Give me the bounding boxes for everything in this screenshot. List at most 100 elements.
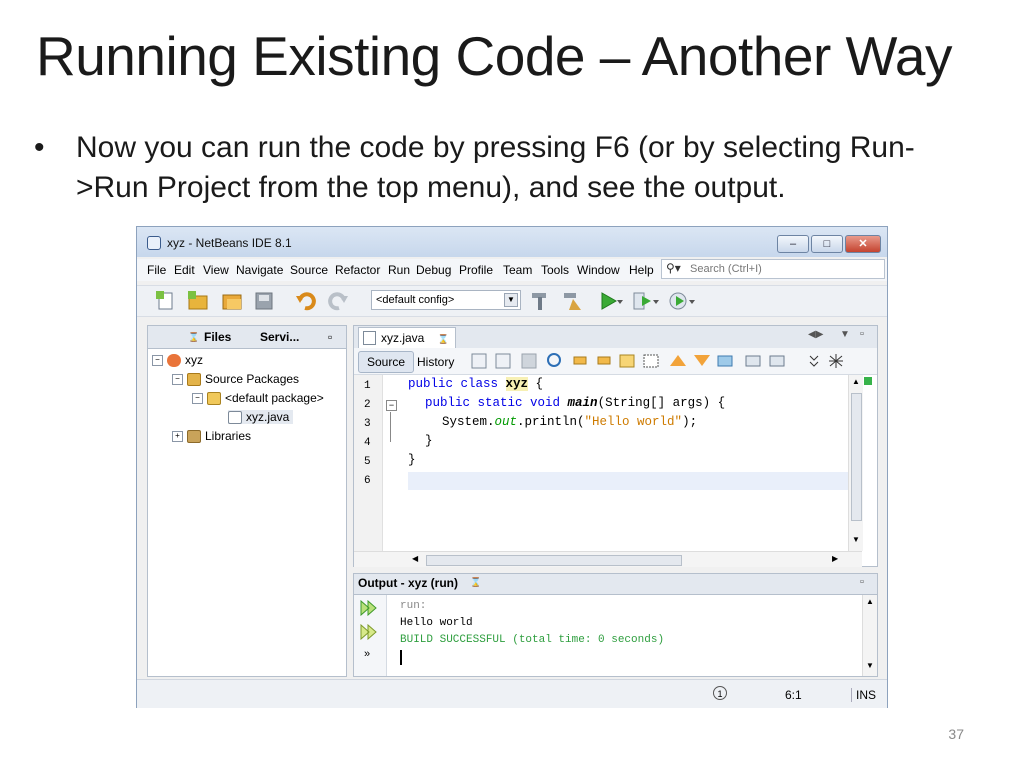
tree-node-libraries[interactable]: + Libraries xyxy=(172,429,252,444)
tab-services[interactable]: Servi... xyxy=(260,326,299,348)
libraries-icon xyxy=(187,430,201,444)
tree-node-project[interactable]: − xyz xyxy=(152,353,203,368)
java-file-icon xyxy=(363,331,376,345)
editor-toolbar-icons[interactable] xyxy=(470,352,870,370)
tree-node-file[interactable]: xyz.java xyxy=(228,410,294,425)
editor-vertical-scrollbar[interactable]: ▲ ▼ xyxy=(848,375,863,551)
debug-dropdown-icon[interactable] xyxy=(651,290,661,312)
new-file-icon[interactable] xyxy=(155,290,177,312)
close-tab-icon[interactable]: ⌛ xyxy=(470,577,481,588)
netbeans-window: xyz - NetBeans IDE 8.1 – □ ✕ File Edit V… xyxy=(136,226,888,708)
history-tab[interactable]: History xyxy=(408,351,463,373)
line-number: 5 xyxy=(364,456,371,468)
clean-build-hammer-icon[interactable] xyxy=(529,290,551,312)
open-project-icon[interactable] xyxy=(221,290,243,312)
minimize-panel-icon[interactable]: ▫ xyxy=(860,576,864,588)
undo-icon[interactable] xyxy=(295,290,317,312)
output-line-run: run: xyxy=(400,600,427,612)
output-vertical-scrollbar[interactable]: ▲ ▼ xyxy=(862,595,877,676)
menu-edit[interactable]: Edit xyxy=(174,263,195,277)
code-line-1[interactable]: public class xyz { xyxy=(408,377,543,391)
tree-node-default-package[interactable]: − <default package> xyxy=(192,391,324,406)
chevron-down-icon: ▼ xyxy=(504,293,518,307)
menu-profile[interactable]: Profile xyxy=(459,263,493,277)
notifications-icon[interactable]: 1 xyxy=(713,686,727,700)
redo-icon[interactable] xyxy=(327,290,349,312)
search-input[interactable]: ⚲▾ Search (Ctrl+I) xyxy=(661,259,885,279)
code-line-5[interactable]: } xyxy=(408,453,416,467)
tab-files[interactable]: Files xyxy=(204,326,231,348)
status-bar: 1 6:1 INS xyxy=(137,679,887,708)
menu-view[interactable]: View xyxy=(203,263,229,277)
text-cursor xyxy=(400,650,402,665)
source-tab[interactable]: Source xyxy=(358,351,415,373)
output-panel: Output - xyz (run) ⌛ ▫ » run: Hello worl… xyxy=(353,573,878,677)
tree-node-source-packages[interactable]: − Source Packages xyxy=(172,372,299,387)
debug-project-icon[interactable] xyxy=(631,290,653,312)
tree-label-libraries: Libraries xyxy=(205,429,252,443)
editor-horizontal-scrollbar[interactable]: ◀ ▶ xyxy=(354,551,862,567)
rerun-with-params-icon[interactable] xyxy=(360,624,378,640)
line-number: 3 xyxy=(364,418,371,430)
code-keyword: public class xyxy=(408,377,499,391)
slide-title: Running Existing Code – Another Way xyxy=(36,25,953,87)
minimize-panel-icon[interactable]: ▫ xyxy=(328,326,332,348)
profile-dropdown-icon[interactable] xyxy=(687,290,697,312)
close-button[interactable]: ✕ xyxy=(845,235,881,253)
document-list-icon[interactable]: ▼ xyxy=(840,329,850,340)
netbeans-logo-icon xyxy=(147,236,161,250)
scroll-left-icon[interactable]: ◀ xyxy=(412,554,418,563)
maximize-editor-icon[interactable]: ▫ xyxy=(860,328,864,340)
search-placeholder: Search (Ctrl+I) xyxy=(690,263,762,275)
code-line-2[interactable]: public static void main(String[] args) { xyxy=(425,396,725,410)
code-line-4[interactable]: } xyxy=(425,434,433,448)
collapse-icon: − xyxy=(172,374,183,386)
menu-window[interactable]: Window xyxy=(577,263,620,277)
tab-output[interactable]: Output - xyz (run) xyxy=(358,576,458,590)
profile-project-icon[interactable] xyxy=(667,290,689,312)
scroll-tabs-icon[interactable]: ◀▶ xyxy=(808,329,823,340)
config-select[interactable]: <default config> ▼ xyxy=(371,290,521,310)
menu-run[interactable]: Run xyxy=(388,263,410,277)
save-all-icon[interactable] xyxy=(253,290,275,312)
menu-refactor[interactable]: Refactor xyxy=(335,263,380,277)
page-number: 37 xyxy=(948,726,964,742)
menu-navigate[interactable]: Navigate xyxy=(236,263,283,277)
fold-toggle-icon[interactable]: − xyxy=(386,400,397,411)
maximize-button[interactable]: □ xyxy=(811,235,843,253)
tab-close-icon[interactable]: ⌛ xyxy=(188,326,199,348)
menu-tools[interactable]: Tools xyxy=(541,263,569,277)
code-method-name: main xyxy=(567,396,598,410)
minimize-button[interactable]: – xyxy=(777,235,809,253)
menu-debug[interactable]: Debug xyxy=(416,263,451,277)
rerun-icon[interactable] xyxy=(360,600,378,616)
tree-label-file: xyz.java xyxy=(246,410,290,424)
close-tab-icon[interactable]: ⌛ xyxy=(438,334,449,344)
code-keyword: public static void xyxy=(425,396,561,410)
code-field: out xyxy=(494,415,518,429)
scrollbar-thumb[interactable] xyxy=(426,555,682,566)
code-class-name: xyz xyxy=(505,377,529,391)
output-side-toolbar: » xyxy=(354,595,387,676)
scroll-down-icon[interactable]: ▼ xyxy=(852,535,860,544)
scrollbar-thumb[interactable] xyxy=(851,393,862,521)
tree-label-default-package: <default package> xyxy=(225,391,324,405)
code-text: .println( xyxy=(517,415,585,429)
scroll-right-icon[interactable]: ▶ xyxy=(832,554,838,563)
code-line-3[interactable]: System.out.println("Hello world"); xyxy=(442,415,697,429)
tab-xyz-java[interactable]: xyz.java ⌛ xyxy=(358,327,456,349)
window-title: xyz - NetBeans IDE 8.1 xyxy=(167,236,292,250)
new-project-icon[interactable] xyxy=(187,290,209,312)
output-line-build: BUILD SUCCESSFUL (total time: 0 seconds) xyxy=(400,634,665,646)
scroll-up-icon[interactable]: ▲ xyxy=(852,377,860,386)
scroll-up-icon[interactable]: ▲ xyxy=(866,597,874,606)
scroll-down-icon[interactable]: ▼ xyxy=(866,661,874,670)
build-broom-icon[interactable] xyxy=(561,290,583,312)
menu-team[interactable]: Team xyxy=(503,263,532,277)
menu-file[interactable]: File xyxy=(147,263,166,277)
run-dropdown-icon[interactable] xyxy=(615,290,625,312)
code-text: { xyxy=(528,377,544,391)
menu-help[interactable]: Help xyxy=(629,263,654,277)
more-actions-icon[interactable]: » xyxy=(364,648,370,660)
menu-source[interactable]: Source xyxy=(290,263,328,277)
